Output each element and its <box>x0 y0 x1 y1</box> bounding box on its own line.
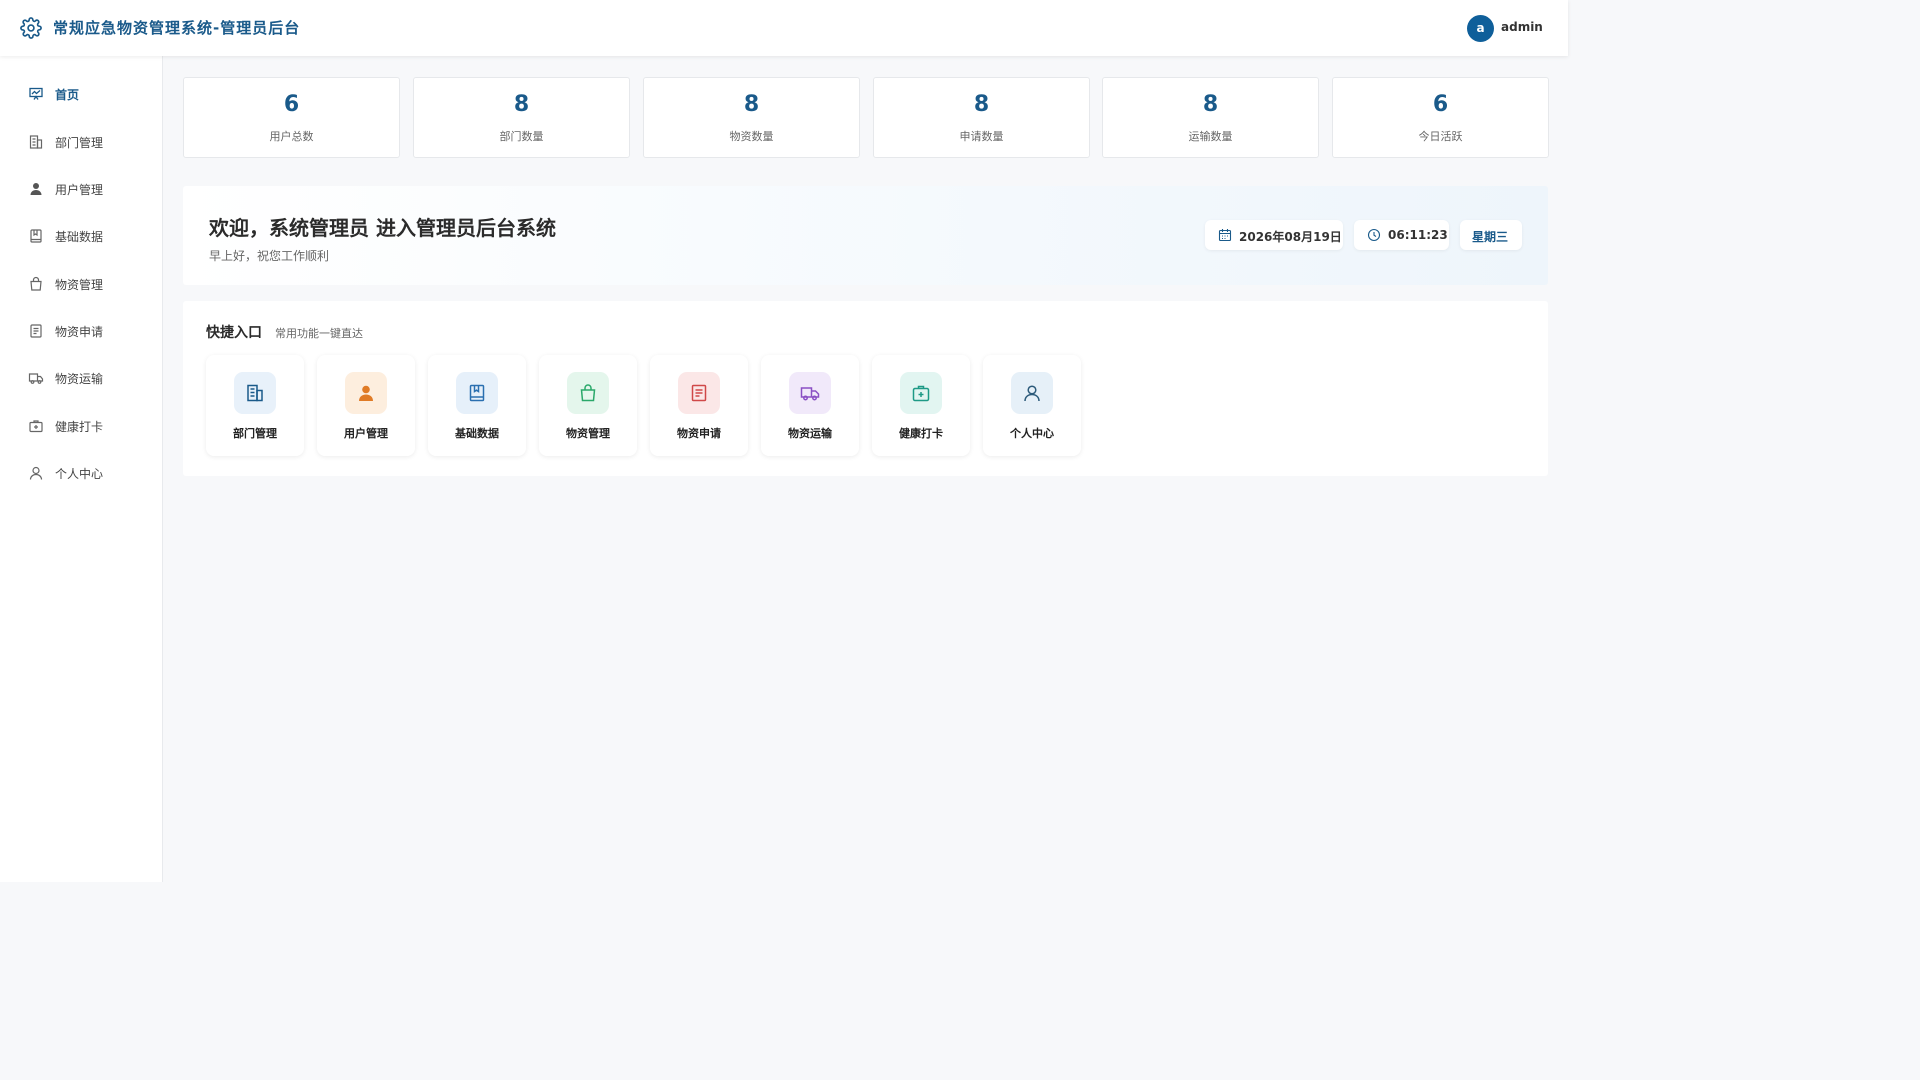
sidebar-item-transport[interactable]: 物资运输 <box>0 358 162 398</box>
stat-card-active-today: 6 今日活跃 <box>1332 77 1549 158</box>
stat-label: 今日活跃 <box>1418 130 1463 143</box>
book-icon <box>469 384 485 402</box>
truck-icon <box>28 373 44 384</box>
quick-entry-title: 快捷入口 <box>206 325 262 341</box>
quick-entry-panel: 快捷入口 常用功能一键直达 部门管理 用户管理 基础数据 物资管理 物资申请 物… <box>183 301 1548 476</box>
quick-label: 物资运输 <box>788 427 832 440</box>
calendar-icon <box>1218 229 1232 242</box>
quick-entry-subtitle: 常用功能一键直达 <box>275 327 363 340</box>
sidebar-item-department[interactable]: 部门管理 <box>0 122 162 162</box>
stat-value: 8 <box>1202 92 1219 117</box>
quick-materials-button[interactable]: 物资管理 <box>539 355 637 456</box>
sidebar-item-materials[interactable]: 物资管理 <box>0 264 162 304</box>
stat-value: 6 <box>1432 92 1449 117</box>
stat-label: 物资数量 <box>729 130 774 143</box>
sidebar-item-label: 物资管理 <box>55 278 104 292</box>
stat-label: 用户总数 <box>269 130 314 143</box>
stat-value: 6 <box>283 92 300 117</box>
quick-label: 用户管理 <box>344 427 388 440</box>
quick-department-button[interactable]: 部门管理 <box>206 355 304 456</box>
document-icon <box>691 384 707 402</box>
stat-value: 8 <box>513 92 530 117</box>
welcome-subtitle: 早上好，祝您工作顺利 <box>209 249 330 263</box>
user-icon <box>30 183 42 195</box>
quick-transport-button[interactable]: 物资运输 <box>761 355 859 456</box>
truck-icon <box>800 387 820 401</box>
sidebar-item-health-checkin[interactable]: 健康打卡 <box>0 406 162 446</box>
sidebar-item-label: 部门管理 <box>55 136 104 150</box>
username[interactable]: admin <box>1501 20 1543 34</box>
person-icon <box>29 466 43 480</box>
date-chip: 2026年08月19日 <box>1205 220 1343 250</box>
sidebar: 首页 部门管理 用户管理 基础数据 物资管理 物资申请 物资运输 健康打卡 个人… <box>0 56 163 882</box>
stat-label: 部门数量 <box>499 130 544 143</box>
sidebar-item-label: 健康打卡 <box>55 420 104 434</box>
sidebar-item-home[interactable]: 首页 <box>0 74 162 114</box>
stat-value: 8 <box>743 92 760 117</box>
person-icon <box>1024 385 1040 402</box>
quick-basic-data-button[interactable]: 基础数据 <box>428 355 526 456</box>
quick-profile-button[interactable]: 个人中心 <box>983 355 1081 456</box>
gear-icon <box>20 17 42 39</box>
quick-label: 健康打卡 <box>899 427 943 440</box>
quick-label: 物资管理 <box>566 427 610 440</box>
stat-card-transports: 8 运输数量 <box>1102 77 1319 158</box>
stat-label: 申请数量 <box>959 130 1004 143</box>
document-icon <box>30 324 42 338</box>
bag-icon <box>580 384 596 402</box>
sidebar-item-users[interactable]: 用户管理 <box>0 169 162 209</box>
bag-icon <box>30 276 42 291</box>
top-header: 常规应急物资管理系统-管理员后台 a admin <box>0 0 1568 56</box>
stat-card-materials: 8 物资数量 <box>643 77 860 158</box>
quick-users-button[interactable]: 用户管理 <box>317 355 415 456</box>
time-text: 06:11:23 <box>1388 228 1448 242</box>
medical-kit-icon <box>29 420 43 433</box>
sidebar-item-basic-data[interactable]: 基础数据 <box>0 216 162 256</box>
quick-health-checkin-button[interactable]: 健康打卡 <box>872 355 970 456</box>
date-text: 2026年08月19日 <box>1239 230 1342 244</box>
quick-label: 基础数据 <box>455 427 499 440</box>
building-icon <box>29 135 43 149</box>
sidebar-item-label: 物资运输 <box>55 372 104 386</box>
quick-application-button[interactable]: 物资申请 <box>650 355 748 456</box>
avatar[interactable]: a <box>1467 15 1494 42</box>
time-chip: 06:11:23 <box>1354 220 1449 250</box>
book-icon <box>30 229 42 243</box>
sidebar-item-label: 物资申请 <box>55 325 104 339</box>
welcome-title: 欢迎，系统管理员 进入管理员后台系统 <box>209 216 556 240</box>
quick-label: 物资申请 <box>677 427 721 440</box>
clock-icon <box>1367 228 1381 242</box>
stat-value: 8 <box>973 92 990 117</box>
sidebar-item-label: 基础数据 <box>55 230 104 244</box>
stat-label: 运输数量 <box>1188 130 1233 143</box>
sidebar-item-label: 个人中心 <box>55 467 104 481</box>
medical-kit-icon <box>912 385 930 402</box>
quick-label: 个人中心 <box>1010 427 1054 440</box>
sidebar-item-label: 首页 <box>55 88 80 102</box>
stat-card-users: 6 用户总数 <box>183 77 400 158</box>
user-icon <box>359 385 373 401</box>
sidebar-item-application[interactable]: 物资申请 <box>0 311 162 351</box>
app-title: 常规应急物资管理系统-管理员后台 <box>53 19 301 37</box>
stat-card-departments: 8 部门数量 <box>413 77 630 158</box>
weekday-chip: 星期三 <box>1460 220 1522 250</box>
weekday-text: 星期三 <box>1472 230 1509 244</box>
building-icon <box>247 384 263 402</box>
sidebar-item-profile[interactable]: 个人中心 <box>0 453 162 493</box>
sidebar-item-label: 用户管理 <box>55 183 104 197</box>
stat-card-applications: 8 申请数量 <box>873 77 1090 158</box>
welcome-banner: 欢迎，系统管理员 进入管理员后台系统 早上好，祝您工作顺利 2026年08月19… <box>183 186 1548 285</box>
quick-label: 部门管理 <box>233 427 277 440</box>
dashboard-icon <box>29 87 43 100</box>
